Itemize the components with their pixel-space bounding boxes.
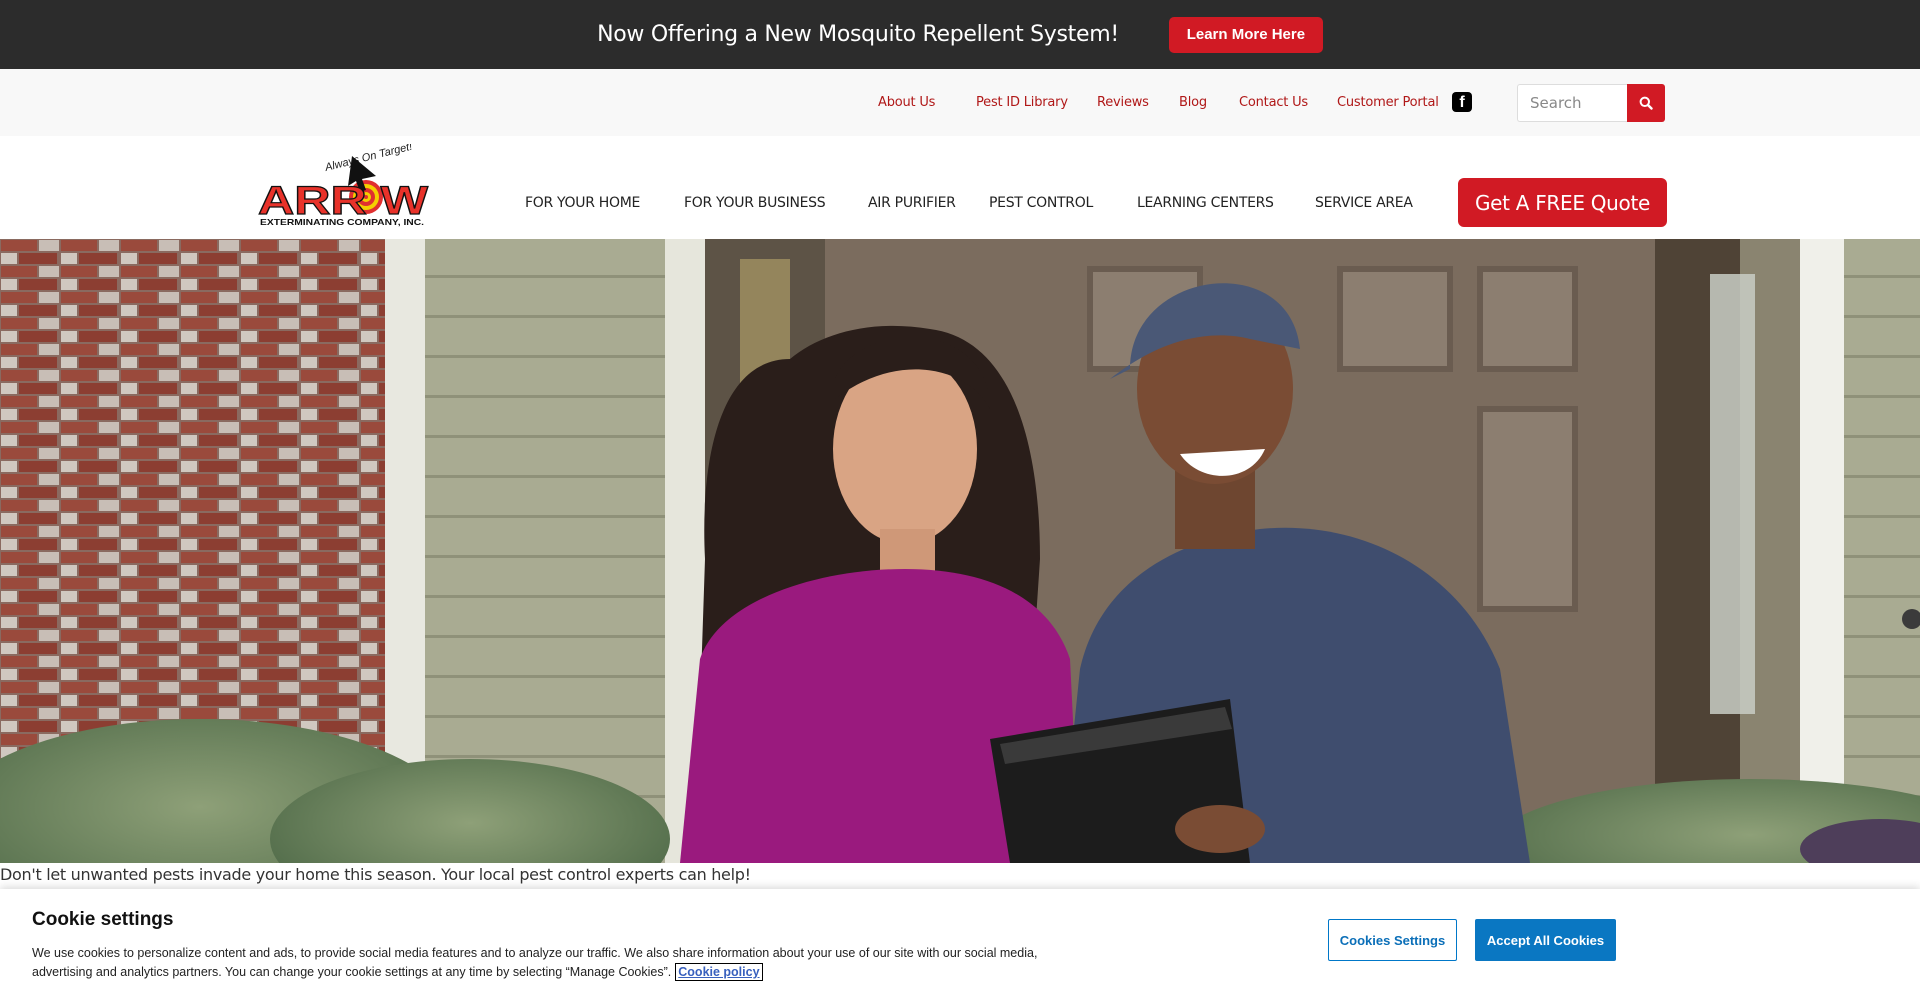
nav-learning-centers[interactable]: LEARNING CENTERS xyxy=(1137,195,1274,211)
accept-all-cookies-button[interactable]: Accept All Cookies xyxy=(1475,919,1616,961)
search-button[interactable] xyxy=(1627,84,1665,122)
logo-subtitle-text: EXTERMINATING COMPANY, INC. xyxy=(260,217,424,227)
cookie-banner-description: We use cookies to personalize content an… xyxy=(32,946,1038,979)
cookie-banner-text: We use cookies to personalize content an… xyxy=(32,944,1062,982)
learn-more-button[interactable]: Learn More Here xyxy=(1168,16,1323,53)
hero-illustration xyxy=(0,239,1920,863)
utility-link-customer-portal[interactable]: Customer Portal xyxy=(1337,95,1439,110)
nav-pest-control[interactable]: PEST CONTROL xyxy=(989,195,1093,211)
search-input[interactable] xyxy=(1517,84,1627,122)
nav-for-your-business[interactable]: FOR YOUR BUSINESS xyxy=(684,195,826,211)
cookie-policy-link[interactable]: Cookie policy xyxy=(675,963,763,981)
arrow-logo[interactable]: Always On Target! ARR W EXTERMINATING CO… xyxy=(256,141,432,228)
promo-bar: Now Offering a New Mosquito Repellent Sy… xyxy=(0,0,1920,69)
cookie-banner-title: Cookie settings xyxy=(32,909,174,930)
main-nav: Always On Target! ARR W EXTERMINATING CO… xyxy=(0,136,1920,239)
search-form xyxy=(1517,84,1665,122)
nav-for-your-home[interactable]: FOR YOUR HOME xyxy=(525,195,640,211)
nav-service-area[interactable]: SERVICE AREA xyxy=(1315,195,1413,211)
hero-caption: Don't let unwanted pests invade your hom… xyxy=(0,865,751,884)
utility-link-contact-us[interactable]: Contact Us xyxy=(1239,95,1308,110)
promo-text: Now Offering a New Mosquito Repellent Sy… xyxy=(597,22,1119,47)
facebook-icon[interactable]: f xyxy=(1452,92,1472,112)
utility-link-reviews[interactable]: Reviews xyxy=(1097,95,1149,110)
search-icon xyxy=(1639,96,1653,110)
utility-link-pest-id-library[interactable]: Pest ID Library xyxy=(976,95,1068,110)
utility-link-about-us[interactable]: About Us xyxy=(878,95,935,110)
cookies-settings-button[interactable]: Cookies Settings xyxy=(1328,919,1457,961)
utility-link-blog[interactable]: Blog xyxy=(1179,95,1207,110)
nav-air-purifier[interactable]: AIR PURIFIER xyxy=(868,195,956,211)
cookie-banner: Cookie settings We use cookies to person… xyxy=(0,889,1920,993)
logo-graphic: Always On Target! ARR W EXTERMINATING CO… xyxy=(257,141,429,227)
hero-image xyxy=(0,239,1920,863)
get-free-quote-button[interactable]: Get A FREE Quote xyxy=(1458,178,1667,227)
